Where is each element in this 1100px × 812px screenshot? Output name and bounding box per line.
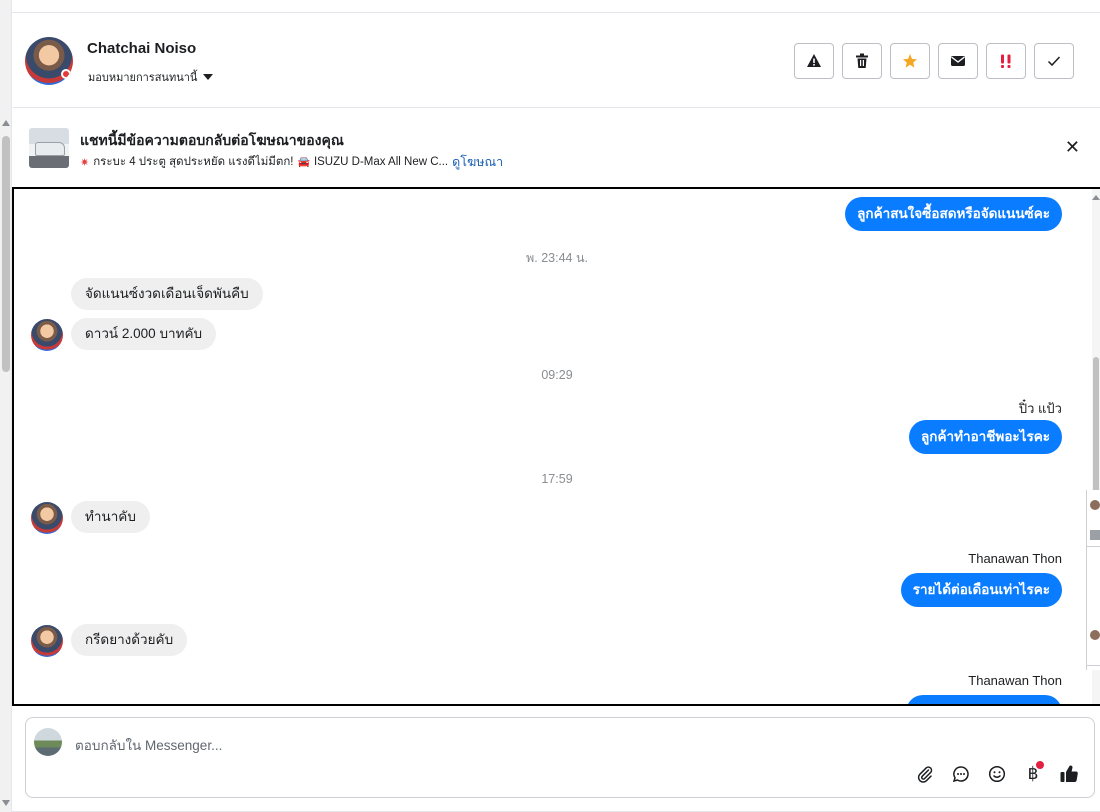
reply-composer[interactable]: ตอบกลับใน Messenger... ฿ — [25, 717, 1095, 798]
sender-avatar[interactable] — [31, 502, 63, 534]
ad-thumbnail[interactable] — [29, 128, 69, 168]
message-outgoing[interactable]: รายได้ต่อเดือนเท่าไรคะ — [900, 573, 1062, 607]
emoji-button[interactable] — [986, 763, 1008, 785]
priority-button[interactable] — [986, 43, 1026, 79]
sender-name: Thanawan Thon — [968, 673, 1062, 688]
ad-name: ISUZU D-Max All New C... — [313, 156, 449, 168]
car-icon: 🚘 — [297, 156, 310, 168]
header-actions — [794, 43, 1074, 79]
thumbs-up-icon — [1060, 765, 1078, 783]
mark-done-button[interactable] — [1034, 43, 1074, 79]
message-incoming[interactable]: ดาวน์ 2.000 บาทคับ — [71, 318, 217, 350]
panel-frame — [1087, 546, 1100, 666]
priority-icon — [1001, 54, 1011, 68]
sender-name: ปิ๋ว แป้ว — [1018, 401, 1062, 416]
timestamp: 17:59 — [541, 472, 573, 486]
scroll-thumb[interactable] — [2, 136, 10, 372]
message-incoming[interactable]: กรีดยางด้วยคับ — [71, 624, 188, 656]
ad-headline: กระบะ 4 ประตู สุดประหยัด แรงดีไม่มีตก! — [93, 156, 294, 168]
mail-icon — [951, 56, 965, 66]
chat-bubble-icon — [952, 766, 969, 783]
message-incoming[interactable]: จัดแนนซ์งวดเดือนเจ็ดพันคืบ — [71, 278, 263, 310]
message-outgoing[interactable] — [906, 695, 1062, 704]
check-icon — [1047, 56, 1061, 67]
scroll-up-arrow-icon[interactable] — [1092, 195, 1100, 200]
attach-button[interactable] — [914, 763, 936, 785]
ad-banner-title: แชทนี้มีข้อความตอบกลับต่อโฆษณาของคุณ — [80, 132, 344, 148]
composer-toolbar: ฿ — [914, 761, 1080, 785]
chevron-down-icon — [203, 74, 214, 80]
payment-button[interactable]: ฿ — [1022, 761, 1044, 785]
timestamp: พ. 23:44 น. — [526, 251, 588, 265]
sparkle-icon: ✷ — [80, 156, 90, 169]
smiley-icon — [988, 765, 1006, 783]
message-incoming[interactable]: ทำนาคับ — [71, 501, 150, 533]
paperclip-icon — [917, 766, 933, 783]
contact-name[interactable]: Chatchai Noiso — [87, 40, 196, 57]
warning-icon — [807, 54, 821, 67]
report-button[interactable] — [794, 43, 834, 79]
message-thread[interactable]: ลูกค้าสนใจซื้อสดหรือจัดแนนซ์คะ พ. 23:44 … — [12, 187, 1100, 706]
left-scrollbar[interactable] — [0, 0, 12, 812]
ad-banner-subtitle: ✷ กระบะ 4 ประตู สุดประหยัด แรงดีไม่มีตก!… — [80, 152, 503, 172]
like-button[interactable] — [1058, 763, 1080, 785]
side-panel-edge — [1086, 490, 1100, 670]
status-dot-icon — [61, 69, 71, 79]
notification-dot — [1036, 761, 1044, 769]
reply-input[interactable]: ตอบกลับใน Messenger... — [75, 734, 222, 756]
page-avatar — [34, 728, 62, 756]
sender-avatar[interactable] — [31, 625, 63, 657]
message-outgoing[interactable]: ลูกค้าทำอาชีพอะไรคะ — [909, 420, 1062, 454]
close-icon[interactable]: ✕ — [1065, 138, 1080, 156]
saved-replies-button[interactable] — [950, 763, 972, 785]
ad-reply-banner: แชทนี้มีข้อความตอบกลับต่อโฆษณาของคุณ ✷ ก… — [13, 108, 1100, 187]
mark-unread-button[interactable] — [938, 43, 978, 79]
assign-conversation-dropdown[interactable]: มอบหมายการสนทนานี้ — [88, 68, 214, 86]
trash-icon — [856, 53, 868, 68]
contact-avatar[interactable] — [25, 37, 73, 85]
timestamp: 09:29 — [541, 368, 573, 382]
avatar — [1090, 500, 1100, 510]
image-icon — [1090, 530, 1100, 540]
avatar — [1090, 630, 1100, 640]
view-ad-link[interactable]: ดูโฆษณา — [452, 152, 503, 172]
sender-name: Thanawan Thon — [968, 551, 1062, 566]
message-outgoing[interactable]: ลูกค้าสนใจซื้อสดหรือจัดแนนซ์คะ — [845, 197, 1062, 231]
sender-avatar[interactable] — [31, 319, 63, 351]
scroll-up-arrow-icon[interactable] — [2, 120, 10, 126]
assign-label: มอบหมายการสนทนานี้ — [88, 72, 198, 84]
scroll-down-arrow-icon[interactable] — [2, 800, 10, 806]
star-button[interactable] — [890, 43, 930, 79]
star-icon — [903, 54, 917, 68]
delete-button[interactable] — [842, 43, 882, 79]
conversation-header: Chatchai Noiso มอบหมายการสนทนานี้ — [13, 13, 1100, 108]
